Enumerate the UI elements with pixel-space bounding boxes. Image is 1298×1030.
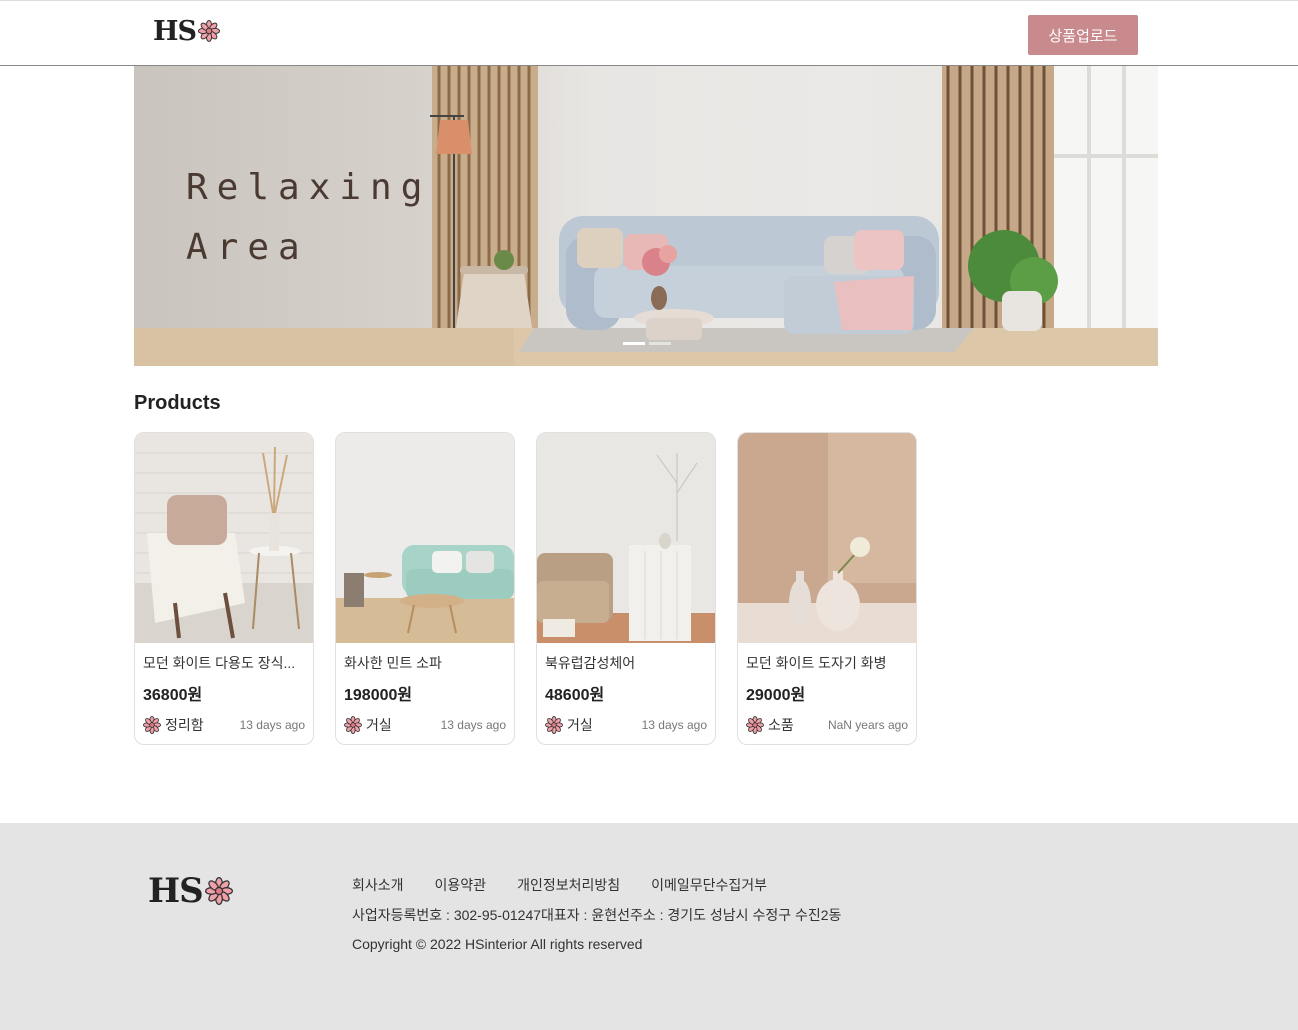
footer-link-email-policy[interactable]: 이메일무단수집거부 [651,875,767,895]
product-card[interactable]: 모던 화이트 다용도 장식... 36800원 정리함 13 days ago [134,432,314,745]
banner-line-2: Area [186,227,309,268]
seller-name: 거실 [567,717,593,733]
flower-icon [204,877,233,905]
product-seller: 거실 [545,715,593,735]
product-seller: 소품 [746,715,794,735]
product-name: 북유럽감성체어 [545,655,636,671]
flower-icon [344,716,362,734]
product-date: 13 days ago [641,718,707,732]
product-card[interactable]: 화사한 민트 소파 198000원 거실 13 days ago [335,432,515,745]
footer-links: 회사소개 이용약관 개인정보처리방침 이메일무단수집거부 [352,875,798,895]
product-name: 화사한 민트 소파 [344,655,442,671]
flower-icon [545,716,563,734]
flower-icon [198,20,221,42]
flower-icon [143,716,161,734]
product-image [135,433,313,643]
carousel-dot-2[interactable] [649,342,671,345]
product-date: NaN years ago [827,718,908,732]
seller-name: 정리함 [165,717,204,733]
carousel-indicators [623,342,671,345]
header-logo[interactable]: HS [153,15,221,47]
logo-text: HS [148,871,204,911]
footer-link-about[interactable]: 회사소개 [352,875,404,895]
product-name: 모던 화이트 도자기 화병 [746,655,887,671]
products-heading: Products [134,392,221,414]
banner-headline: Relaxing Area [186,158,431,278]
banner-line-1: Relaxing [186,167,432,208]
footer-link-privacy[interactable]: 개인정보처리방침 [517,875,620,895]
copyright: Copyright © 2022 HSinterior All rights r… [352,936,643,952]
product-name: 모던 화이트 다용도 장식... [143,655,296,671]
product-image [738,433,916,643]
site-footer: HS 회사소개 이용약관 개인정보처리방침 이메일무단수집거부 사업자등록번호 … [0,823,1298,1030]
product-price: 48600원 [545,687,605,704]
product-seller: 정리함 [143,715,204,735]
product-price: 29000원 [746,687,806,704]
product-card[interactable]: 북유럽감성체어 48600원 거실 13 days ago [536,432,716,745]
product-image [336,433,514,643]
product-date: 13 days ago [239,718,305,732]
flower-icon [746,716,764,734]
seller-name: 거실 [366,717,392,733]
product-price: 198000원 [344,687,413,704]
product-image [537,433,715,643]
product-date: 13 days ago [440,718,506,732]
footer-logo[interactable]: HS [148,871,233,911]
product-seller: 거실 [344,715,392,735]
business-info: 사업자등록번호 : 302-95-01247대표자 : 윤현선주소 : 경기도 … [352,907,842,923]
site-header: HS 상품업로드 [0,0,1298,66]
footer-link-terms[interactable]: 이용약관 [435,875,487,895]
seller-name: 소품 [768,717,794,733]
carousel-dot-1[interactable] [623,342,645,345]
logo-text: HS [153,15,197,47]
product-price: 36800원 [143,687,203,704]
upload-product-button[interactable]: 상품업로드 [1028,15,1138,55]
product-card[interactable]: 모던 화이트 도자기 화병 29000원 소품 NaN years ago [737,432,917,745]
hero-banner[interactable]: Relaxing Area [134,66,1158,366]
